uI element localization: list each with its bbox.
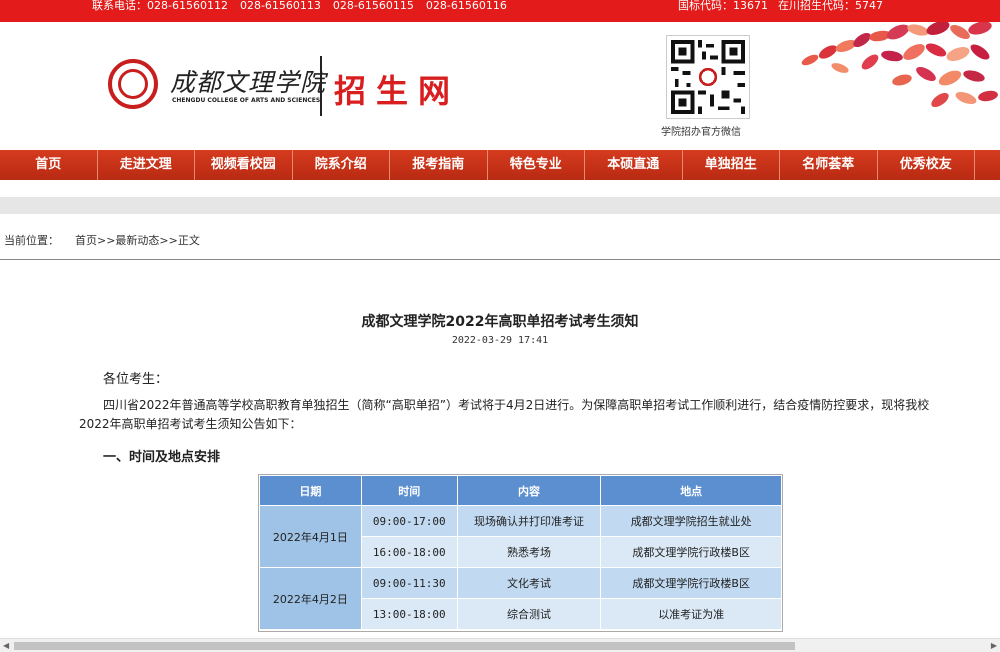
contact-phones: 联系电话：028-61560112 028-61560113 028-61560… bbox=[92, 0, 519, 12]
header-time: 时间 bbox=[360, 475, 458, 506]
phone-3: 028-61560115 bbox=[332, 0, 414, 12]
college-name-english: CHENGDU COLLEGE OF ARTS AND SCIENCES bbox=[172, 97, 321, 104]
nav-faq[interactable]: 答 bbox=[975, 150, 1000, 180]
nav-about[interactable]: 走进文理 bbox=[98, 150, 195, 180]
sichuan-code: 在川招生代码：5747 bbox=[778, 0, 883, 12]
main-navigation: 首页 走进文理 视频看校园 院系介绍 报考指南 特色专业 本硕直通 单独招生 名… bbox=[0, 150, 1000, 180]
college-name-logo[interactable]: 成都文理学院 bbox=[170, 63, 326, 99]
article-greeting: 各位考生： bbox=[103, 372, 169, 387]
content-cell: 熟悉考场 bbox=[456, 536, 602, 568]
schedule-table: 日期 时间 内容 地点 2022年4月1日 09:00-17:00 现场确认并打… bbox=[259, 475, 782, 630]
nav-bachelor-master[interactable]: 本硕直通 bbox=[585, 150, 683, 180]
article-title: 成都文理学院2022年高职单招考试考生须知 bbox=[361, 314, 639, 330]
date-cell: 2022年4月1日 bbox=[259, 505, 362, 568]
phone-4: 028-61560116 bbox=[425, 0, 507, 12]
scroll-right-icon[interactable]: ▶ bbox=[991, 641, 997, 650]
breadcrumb-divider bbox=[0, 259, 1000, 260]
site-name[interactable]: 招生网 bbox=[334, 66, 460, 112]
admission-codes: 国标代码：13671 在川招生代码：5747 bbox=[678, 0, 893, 12]
header-content: 内容 bbox=[456, 475, 602, 506]
nav-separate-enrollment[interactable]: 单独招生 bbox=[683, 150, 780, 180]
phone-2: 028-61560113 bbox=[239, 0, 321, 12]
place-cell: 以准考证为准 bbox=[600, 598, 782, 630]
place-cell: 成都文理学院行政楼B区 bbox=[600, 567, 782, 599]
nav-featured-majors[interactable]: 特色专业 bbox=[488, 150, 585, 180]
breadcrumb-path[interactable]: 首页>>最新动态>>正文 bbox=[75, 234, 200, 247]
article-paragraph: 四川省2022年普通高等学校高职教育单独招生（简称“高职单招”）考试将于4月2日… bbox=[79, 398, 930, 431]
breadcrumb-label: 当前位置： bbox=[4, 234, 59, 247]
wechat-qr-code-icon bbox=[666, 35, 750, 119]
section-heading-time-place: 一、时间及地点安排 bbox=[103, 450, 221, 465]
time-cell: 09:00-11:30 bbox=[360, 567, 458, 599]
place-cell: 成都文理学院行政楼B区 bbox=[600, 536, 782, 568]
scrollbar-thumb[interactable] bbox=[14, 642, 795, 650]
header-place: 地点 bbox=[600, 475, 782, 506]
article-date: 2022-03-29 17:41 bbox=[451, 335, 549, 346]
time-cell: 13:00-18:00 bbox=[360, 598, 458, 630]
table-header-row: 日期 时间 内容 地点 bbox=[259, 475, 782, 506]
site-header: 成都文理学院 CHENGDU COLLEGE OF ARTS AND SCIEN… bbox=[0, 22, 1000, 150]
content-cell: 文化考试 bbox=[456, 567, 602, 599]
table-row: 2022年4月1日 09:00-17:00 现场确认并打印准考证 成都文理学院招… bbox=[259, 505, 782, 568]
qr-caption: 学院招办官方微信 bbox=[661, 127, 741, 138]
grey-banner-strip bbox=[0, 197, 1000, 214]
date-cell: 2022年4月2日 bbox=[259, 567, 362, 630]
decorative-petals-icon bbox=[801, 22, 998, 108]
nav-home[interactable]: 首页 bbox=[0, 150, 98, 180]
college-seal-icon[interactable] bbox=[108, 59, 158, 109]
national-code: 国标代码：13671 bbox=[678, 0, 768, 12]
content-cell: 综合测试 bbox=[456, 598, 602, 630]
time-cell: 09:00-17:00 bbox=[360, 505, 458, 537]
scroll-left-icon[interactable]: ◀ bbox=[3, 641, 9, 650]
content-cell: 现场确认并打印准考证 bbox=[456, 505, 602, 537]
horizontal-scrollbar[interactable]: ◀ ▶ bbox=[0, 638, 1000, 652]
nav-application-guide[interactable]: 报考指南 bbox=[390, 150, 488, 180]
nav-famous-teachers[interactable]: 名师荟萃 bbox=[780, 150, 878, 180]
time-cell: 16:00-18:00 bbox=[360, 536, 458, 568]
nav-campus-video[interactable]: 视频看校园 bbox=[195, 150, 293, 180]
place-cell: 成都文理学院招生就业处 bbox=[600, 505, 782, 537]
top-contact-bar: 联系电话：028-61560112 028-61560113 028-61560… bbox=[0, 0, 1000, 22]
header-date: 日期 bbox=[259, 475, 362, 506]
logo-divider bbox=[320, 56, 322, 116]
nav-alumni[interactable]: 优秀校友 bbox=[878, 150, 975, 180]
breadcrumb: 当前位置： 首页>>最新动态>>正文 bbox=[4, 232, 200, 248]
nav-departments[interactable]: 院系介绍 bbox=[293, 150, 390, 180]
phone-1: 联系电话：028-61560112 bbox=[92, 0, 228, 12]
table-row: 2022年4月2日 09:00-11:30 文化考试 成都文理学院行政楼B区 bbox=[259, 567, 782, 630]
